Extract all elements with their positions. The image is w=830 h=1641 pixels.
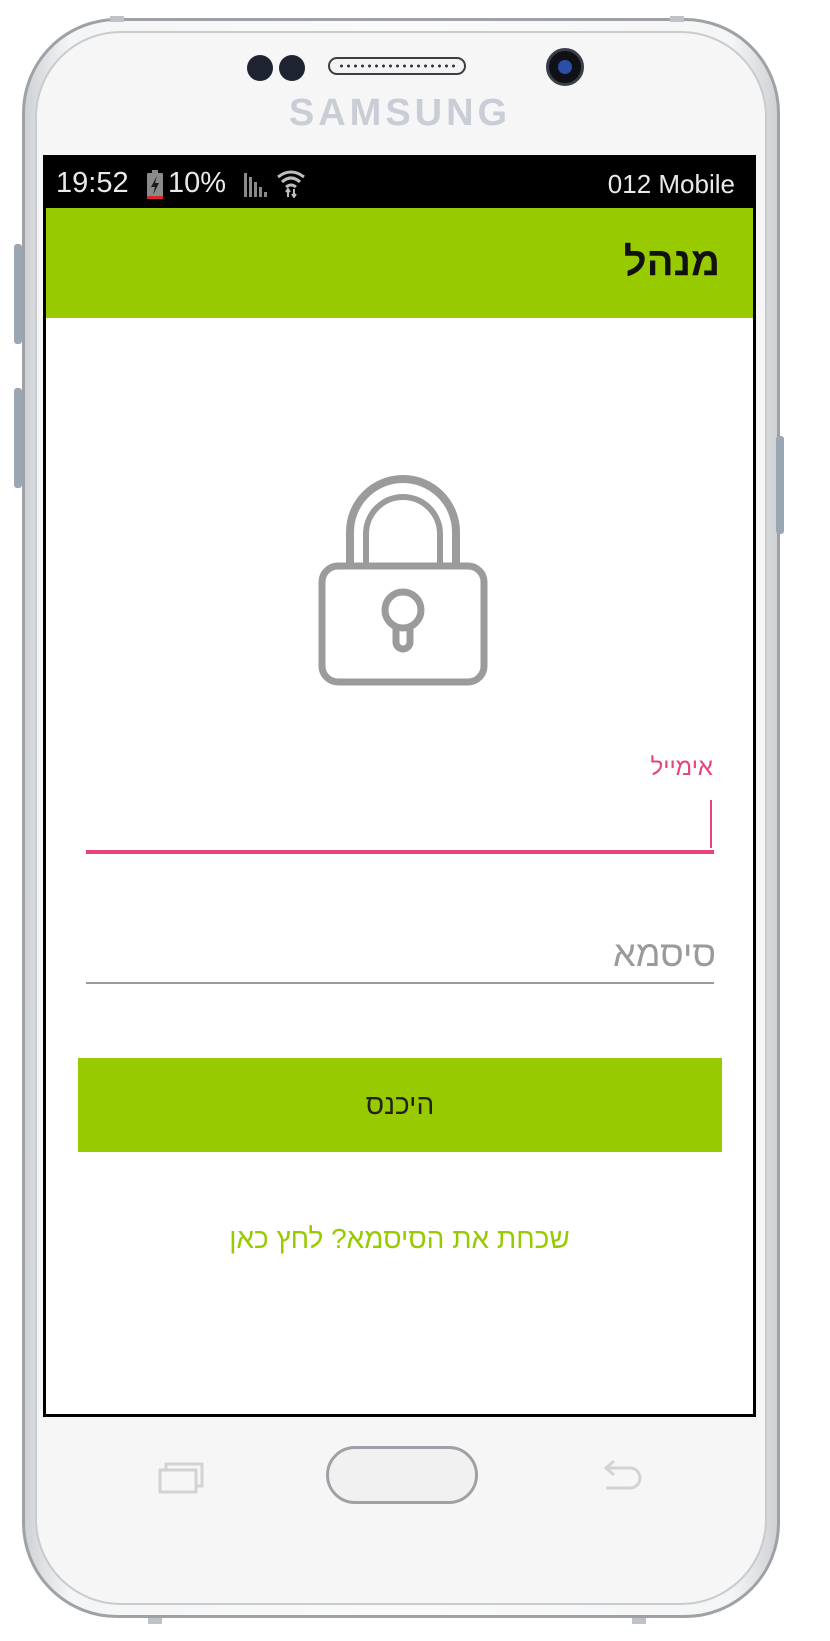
wifi-icon <box>276 168 306 206</box>
password-underline <box>86 982 714 984</box>
proximity-sensor <box>247 55 273 81</box>
app-screen: 19:52 10% 012 Mobile מנהל אימייל היכנס ש… <box>46 158 753 1414</box>
lock-icon <box>318 470 488 691</box>
text-cursor <box>710 800 712 848</box>
antenna-line <box>632 1618 646 1624</box>
antenna-line <box>148 1618 162 1624</box>
forgot-password-link[interactable]: שכחת את הסיסמא? לחץ כאן <box>46 1223 753 1255</box>
battery-charging-icon <box>146 170 164 208</box>
recent-apps-icon[interactable] <box>158 1460 204 1499</box>
email-field[interactable] <box>86 790 718 846</box>
carrier-name: 012 Mobile <box>607 169 735 199</box>
app-bar: מנהל <box>46 208 753 318</box>
battery-percent: 10% <box>168 167 227 199</box>
cell-signal-icon <box>244 172 270 205</box>
page-title: מנהל <box>623 240 720 284</box>
status-time: 19:52 <box>56 167 129 199</box>
brand-logo: SAMSUNG <box>288 92 512 134</box>
antenna-line <box>110 16 124 22</box>
earpiece-speaker <box>328 57 466 75</box>
volume-up-button <box>14 244 22 344</box>
status-bar: 19:52 10% 012 Mobile <box>46 158 753 208</box>
email-label: אימייל <box>650 754 714 781</box>
home-button[interactable] <box>326 1446 478 1504</box>
antenna-line <box>670 16 684 22</box>
light-sensor <box>279 55 305 81</box>
email-underline <box>86 850 714 854</box>
screen: 19:52 10% 012 Mobile מנהל אימייל היכנס ש… <box>43 155 756 1417</box>
login-button[interactable]: היכנס <box>78 1058 722 1152</box>
volume-down-button <box>14 388 22 488</box>
front-camera <box>546 48 584 86</box>
password-field[interactable] <box>86 926 718 982</box>
power-button <box>776 436 784 534</box>
back-icon[interactable] <box>598 1458 644 1499</box>
